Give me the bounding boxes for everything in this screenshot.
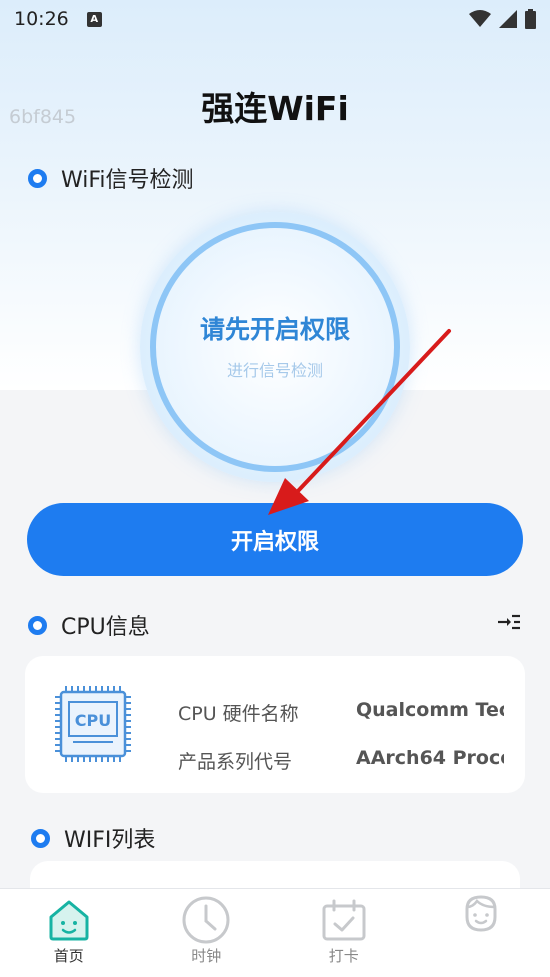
checkin-calendar-icon xyxy=(322,899,366,941)
bottom-navigation: 首页 时钟 打卡 xyxy=(0,888,550,977)
status-bar: 10:26 A xyxy=(0,0,550,38)
wifi-icon xyxy=(469,10,491,27)
section-title-cpu: CPU信息 xyxy=(61,615,150,640)
nav-label-clock: 时钟 xyxy=(191,947,222,965)
profile-face-icon xyxy=(465,895,497,932)
cpu-hardware-name-value: Qualcomm Technologies xyxy=(356,699,504,721)
cpu-chip-icon: CPU xyxy=(55,686,131,762)
nav-label-home: 首页 xyxy=(53,947,84,965)
watermark-text: 6bf845 xyxy=(9,106,77,128)
signal-ring-title: 请先开启权限 xyxy=(199,315,350,344)
section-title-wifi-signal: WiFi信号检测 xyxy=(61,168,194,193)
nav-item-home[interactable]: 首页 xyxy=(0,889,138,977)
cpu-info-card: CPU CPU 硬件名称 Qualcomm Technologies 产品系列代… xyxy=(25,656,525,793)
signal-detect-ring[interactable] xyxy=(150,222,400,472)
signal-ring-subtitle: 进行信号检测 xyxy=(226,361,323,380)
home-icon xyxy=(49,900,89,941)
section-bullet-icon xyxy=(28,168,47,188)
nav-item-clock[interactable]: 时钟 xyxy=(138,889,276,977)
section-bullet-icon xyxy=(28,615,47,635)
clock-icon xyxy=(182,896,230,944)
signal-icon xyxy=(499,10,517,28)
app-title: 强连WiFi xyxy=(201,89,349,128)
nav-item-profile[interactable] xyxy=(413,889,550,977)
enable-permission-button[interactable]: 开启权限 xyxy=(27,503,523,576)
product-series-value: AArch64 Processor xyxy=(356,747,504,769)
section-title-wifi-list: WIFI列表 xyxy=(64,828,156,853)
product-series-label: 产品系列代号 xyxy=(178,751,293,773)
nav-item-checkin[interactable]: 打卡 xyxy=(275,889,413,977)
section-header-cpu: CPU信息 xyxy=(28,609,150,641)
section-bullet-icon xyxy=(31,828,50,848)
cpu-chip-label: CPU xyxy=(75,711,111,730)
battery-icon xyxy=(525,9,536,29)
notification-icon: A xyxy=(86,11,102,27)
nav-label-checkin: 打卡 xyxy=(328,947,359,965)
section-header-wifi-signal: WiFi信号检测 xyxy=(28,162,194,194)
expand-details-icon[interactable] xyxy=(497,613,521,631)
status-time: 10:26 xyxy=(14,8,69,30)
cpu-hardware-name-label: CPU 硬件名称 xyxy=(178,703,299,725)
section-header-wifi-list: WIFI列表 xyxy=(31,822,155,854)
